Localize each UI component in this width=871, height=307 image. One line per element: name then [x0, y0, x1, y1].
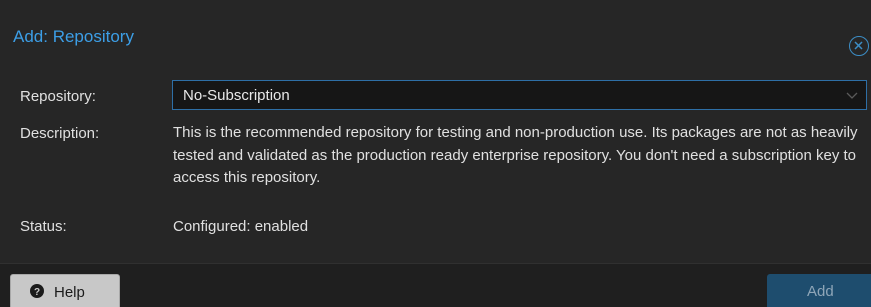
repository-select[interactable]: No-Subscription: [172, 80, 867, 110]
repository-label: Repository:: [20, 88, 96, 105]
question-circle-icon: ?: [30, 284, 44, 298]
close-icon: [854, 41, 863, 50]
repository-select-value: No-Subscription: [183, 87, 290, 104]
help-button-label: Help: [54, 284, 85, 301]
dialog-header: Add: Repository: [0, 8, 871, 58]
svg-text:?: ?: [34, 287, 40, 298]
add-button-label: Add: [807, 283, 834, 300]
status-label: Status:: [20, 218, 67, 235]
add-button[interactable]: Add: [767, 274, 871, 307]
description-text: This is the recommended repository for t…: [173, 124, 858, 186]
close-button[interactable]: [849, 36, 869, 56]
dialog-footer: ? Help Add: [0, 263, 871, 307]
help-button[interactable]: ? Help: [10, 274, 120, 307]
description-label: Description:: [20, 125, 100, 142]
dialog-title: Add: Repository: [13, 27, 134, 46]
chevron-down-icon: [846, 92, 858, 99]
add-repository-dialog: Add: Repository Repository: No-Subscript…: [0, 0, 871, 307]
status-value: Configured: enabled: [173, 218, 309, 235]
